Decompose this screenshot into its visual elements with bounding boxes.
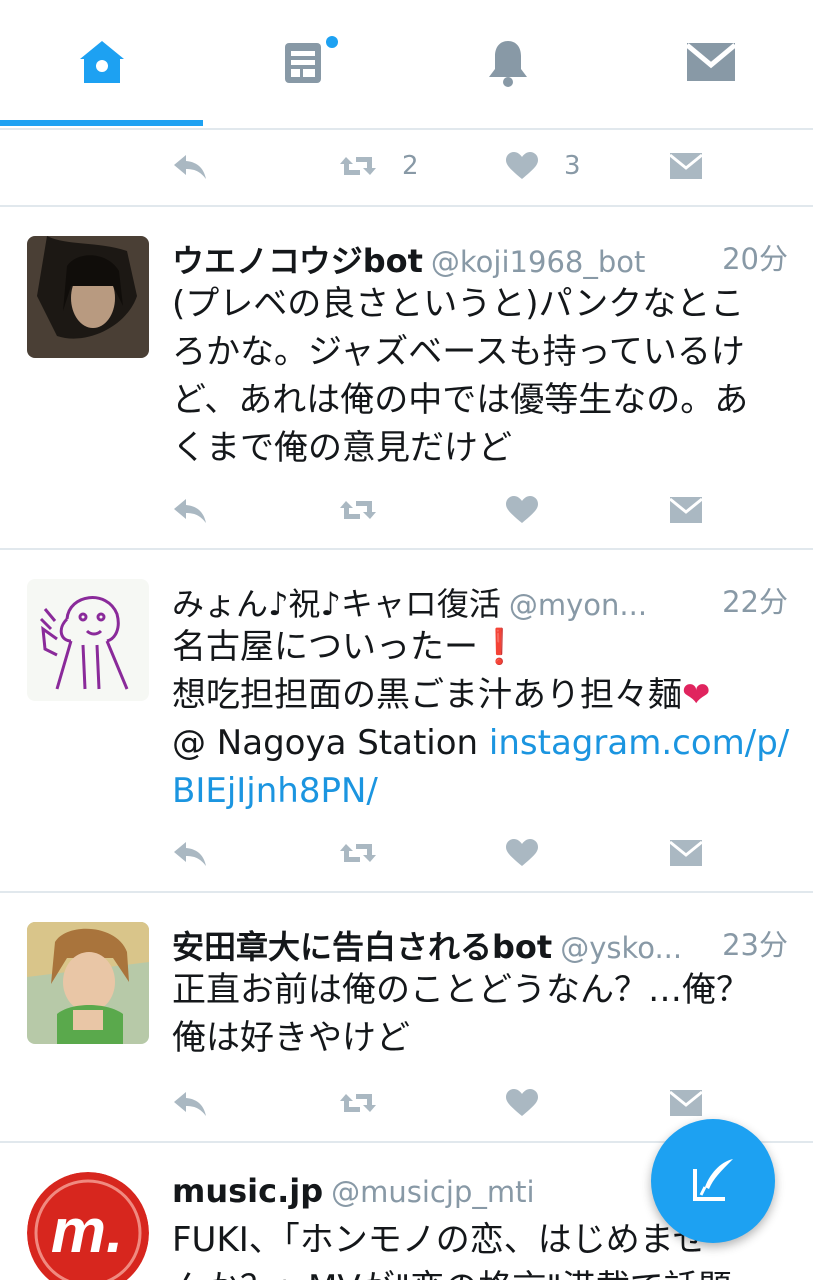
avatar[interactable]: m. xyxy=(27,1172,149,1280)
reply-button[interactable] xyxy=(172,146,208,186)
moments-icon xyxy=(284,42,321,83)
retweet-icon xyxy=(340,501,376,519)
exclamation-emoji: ❗ xyxy=(478,627,521,667)
tweet-actions: 2 3 xyxy=(172,146,712,186)
tweet-header: ウエノコウジbot @koji1968_bot 20分 xyxy=(172,236,788,280)
tweet-line: んか？」MVが"恋の格言"満載で話題 xyxy=(172,1264,790,1280)
user-handle[interactable]: @koji1968_bot xyxy=(431,245,645,279)
compose-quill-icon xyxy=(693,1159,733,1201)
retweet-icon xyxy=(340,844,376,862)
top-tab-bar xyxy=(0,0,813,130)
retweet-button[interactable] xyxy=(338,833,378,873)
tweet-actions xyxy=(172,490,712,530)
like-button[interactable]: 3 xyxy=(504,146,581,186)
reply-icon xyxy=(174,842,206,866)
tweet-link[interactable]: BIEjIjnh8PN/ xyxy=(172,771,378,811)
tweet-line: ど、あれは俺の中では優等生なの。あ xyxy=(172,380,749,420)
tweet-line-text: 想吃担担面の黒ごま汁あり担々麺 xyxy=(172,675,682,715)
tweet-line-text: 名古屋についったー xyxy=(172,627,478,667)
reply-button[interactable] xyxy=(172,490,208,530)
tweet-actions xyxy=(172,833,712,873)
reply-icon xyxy=(174,499,206,523)
tab-home[interactable] xyxy=(0,0,203,125)
tweet-line: BIEjIjnh8PN/ xyxy=(172,767,790,815)
tweet-line: (プレベの良さというと)パンクなとこ xyxy=(172,284,745,324)
tab-messages[interactable] xyxy=(609,0,812,125)
tweet-line: 想吃担担面の黒ごま汁あり担々麺❤ xyxy=(172,671,790,719)
envelope-icon xyxy=(669,153,703,179)
like-button[interactable] xyxy=(504,833,540,873)
avatar[interactable] xyxy=(27,579,149,701)
reply-button[interactable] xyxy=(172,1083,208,1123)
like-button[interactable] xyxy=(504,1083,540,1123)
display-name[interactable]: 安田章大に告白されるbot xyxy=(172,928,552,966)
compose-tweet-button[interactable] xyxy=(651,1119,775,1243)
retweet-button[interactable]: 2 xyxy=(338,146,419,186)
tab-moments[interactable] xyxy=(203,0,406,125)
tweet-line: くまで俺の意見だけど xyxy=(172,428,512,468)
location-text: @ Nagoya Station xyxy=(172,723,489,763)
timestamp: 20分 xyxy=(714,236,788,278)
tweet-actions xyxy=(172,1083,712,1123)
heart-icon xyxy=(506,839,538,866)
dm-button[interactable] xyxy=(668,1083,704,1123)
avatar[interactable] xyxy=(27,922,149,1044)
tweet-text: (プレベの良さというと)パンクなとこ ろかな。ジャズベースも持っているけ ど、あ… xyxy=(172,280,790,472)
dm-button[interactable] xyxy=(668,146,704,186)
envelope-icon xyxy=(669,1090,703,1116)
retweet-button[interactable] xyxy=(338,490,378,530)
dm-button[interactable] xyxy=(668,833,704,873)
reply-icon xyxy=(174,155,206,179)
music-jp-logo: m. xyxy=(27,1172,149,1280)
tweet-line: 正直お前は俺のことどうなん？…俺？ xyxy=(172,970,750,1010)
tweet-line: 名古屋についったー❗ xyxy=(172,623,790,671)
reply-button[interactable] xyxy=(172,833,208,873)
retweet-button[interactable] xyxy=(338,1083,378,1123)
user-handle[interactable]: @musicjp_mti xyxy=(331,1175,534,1209)
tweet-header: 安田章大に告白されるbot @ysko... 23分 xyxy=(172,922,788,966)
notifications-icon xyxy=(488,40,527,87)
heart-icon xyxy=(506,496,538,523)
tweet-line: @ Nagoya Station instagram.com/p/ xyxy=(172,719,790,767)
user-handle[interactable]: @myon... xyxy=(509,588,647,622)
timestamp: 22分 xyxy=(714,579,788,621)
avatar[interactable] xyxy=(27,236,149,358)
like-count: 3 xyxy=(564,151,581,181)
tweet-link[interactable]: instagram.com/p/ xyxy=(489,723,789,763)
retweet-count: 2 xyxy=(402,151,419,181)
avatar-image xyxy=(27,922,149,1044)
avatar-image xyxy=(27,236,149,358)
tweet-text: 名古屋についったー❗ 想吃担担面の黒ごま汁あり担々麺❤ @ Nagoya Sta… xyxy=(172,623,790,815)
avatar-image xyxy=(27,579,149,701)
svg-text:m.: m. xyxy=(51,1197,123,1266)
like-button[interactable] xyxy=(504,490,540,530)
retweet-icon xyxy=(340,157,376,175)
new-content-dot xyxy=(326,36,338,48)
heart-icon xyxy=(506,1089,538,1116)
timestamp: 23分 xyxy=(714,922,788,964)
heart-icon xyxy=(506,152,538,179)
messages-icon xyxy=(684,42,737,81)
envelope-icon xyxy=(669,840,703,866)
tweet-header: みょん♪祝♪キャロ復活 @myon... 22分 xyxy=(172,579,788,623)
tweet-text: 正直お前は俺のことどうなん？…俺？ 俺は好きやけど xyxy=(172,966,790,1062)
display-name[interactable]: ウエノコウジbot xyxy=(172,242,423,280)
tweet-line: 俺は好きやけど xyxy=(172,1018,410,1058)
envelope-icon xyxy=(669,497,703,523)
retweet-icon xyxy=(340,1094,376,1112)
display-name[interactable]: music.jp xyxy=(172,1172,323,1210)
user-handle[interactable]: @ysko... xyxy=(560,931,682,965)
tab-notifications[interactable] xyxy=(406,0,609,125)
tweet-line: ろかな。ジャズベースも持っているけ xyxy=(172,332,745,372)
home-icon xyxy=(79,40,124,83)
reply-icon xyxy=(174,1092,206,1116)
display-name[interactable]: みょん♪祝♪キャロ復活 xyxy=(172,585,501,623)
active-tab-indicator xyxy=(0,120,203,126)
dm-button[interactable] xyxy=(668,490,704,530)
heart-emoji: ❤ xyxy=(682,675,711,715)
